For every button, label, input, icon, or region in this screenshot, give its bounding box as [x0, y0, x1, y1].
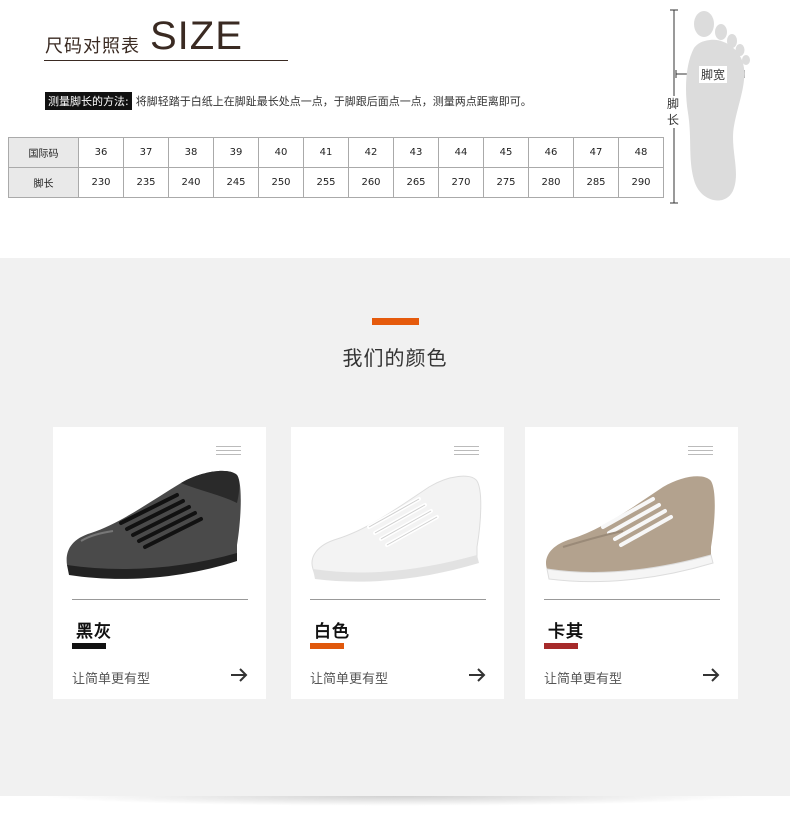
card-divider — [544, 599, 720, 600]
length-cell: 255 — [303, 167, 349, 198]
size-cell: 43 — [393, 137, 439, 168]
foot-length-char: 脚 — [666, 97, 679, 111]
white-sneaker-image — [311, 475, 482, 582]
card-tagline: 让简单更有型 — [310, 672, 389, 687]
length-cell: 250 — [258, 167, 304, 198]
length-cell: 285 — [573, 167, 619, 198]
section-accent-bar — [372, 318, 419, 325]
menu-lines-icon — [454, 446, 479, 458]
card-tagline: 让简单更有型 — [72, 672, 151, 687]
card-divider — [310, 599, 486, 600]
colors-title: 我们的颜色 — [342, 346, 448, 370]
length-cell: 275 — [483, 167, 529, 198]
length-cell: 240 — [168, 167, 214, 198]
size-row-label: 国际码 — [8, 137, 79, 168]
bottom-shadow — [40, 796, 750, 806]
arrow-right-icon[interactable] — [702, 667, 720, 683]
color-swatch — [310, 643, 344, 649]
size-cell: 41 — [303, 137, 349, 168]
colors-section: 我们的颜色 黑灰 让简单更有型 白色 让简单更有型 卡其 让简单更有型 — [0, 258, 790, 796]
size-cell: 37 — [123, 137, 169, 168]
menu-lines-icon — [688, 446, 713, 458]
size-table: 国际码 36 37 38 39 40 41 42 43 44 45 46 47 … — [8, 137, 664, 198]
color-swatch — [544, 643, 578, 649]
color-name: 卡其 — [548, 622, 584, 642]
size-row-international: 国际码 36 37 38 39 40 41 42 43 44 45 46 47 … — [8, 137, 664, 168]
length-cell: 260 — [348, 167, 394, 198]
arrow-right-icon[interactable] — [468, 667, 486, 683]
menu-lines-icon — [216, 446, 241, 458]
size-cell: 36 — [78, 137, 124, 168]
size-chart-section: 尺码对照表 SIZE 测量脚长的方法: 将脚轻踏于白纸上在脚趾最长处点一点，于脚… — [0, 0, 790, 258]
length-cell: 230 — [78, 167, 124, 198]
measure-method-label: 测量脚长的方法: — [45, 92, 132, 110]
title-underline — [44, 60, 288, 61]
black-sneaker-image — [66, 470, 241, 579]
measure-method-text: 将脚轻踏于白纸上在脚趾最长处点一点，于脚跟后面点一点，测量两点距离即可。 — [135, 95, 532, 108]
length-cell: 280 — [528, 167, 574, 198]
card-divider — [72, 599, 248, 600]
size-cell: 39 — [213, 137, 259, 168]
size-title-cn: 尺码对照表 — [45, 36, 140, 57]
length-cell: 290 — [618, 167, 664, 198]
color-card-black-grey[interactable]: 黑灰 让简单更有型 — [53, 427, 266, 699]
color-card-khaki[interactable]: 卡其 让简单更有型 — [525, 427, 738, 699]
color-name: 黑灰 — [76, 622, 112, 642]
length-cell: 245 — [213, 167, 259, 198]
size-cell: 38 — [168, 137, 214, 168]
size-cell: 40 — [258, 137, 304, 168]
color-name: 白色 — [314, 622, 350, 642]
card-tagline: 让简单更有型 — [544, 672, 623, 687]
length-row-label: 脚长 — [8, 167, 79, 198]
color-card-white[interactable]: 白色 让简单更有型 — [291, 427, 504, 699]
size-title-en: SIZE — [150, 14, 243, 58]
size-cell: 44 — [438, 137, 484, 168]
size-cell: 45 — [483, 137, 529, 168]
measure-method: 测量脚长的方法: 将脚轻踏于白纸上在脚趾最长处点一点，于脚跟后面点一点，测量两点… — [45, 92, 532, 110]
foot-length-label: 脚 长 — [666, 96, 680, 128]
khaki-sneaker-image — [546, 476, 715, 583]
length-cell: 235 — [123, 167, 169, 198]
foot-length-char: 长 — [666, 113, 679, 127]
length-cell: 270 — [438, 167, 484, 198]
size-row-foot-length: 脚长 230 235 240 245 250 255 260 265 270 2… — [8, 167, 664, 198]
arrow-right-icon[interactable] — [230, 667, 248, 683]
size-cell: 46 — [528, 137, 574, 168]
size-cell: 47 — [573, 137, 619, 168]
size-cell: 42 — [348, 137, 394, 168]
length-cell: 265 — [393, 167, 439, 198]
color-swatch — [72, 643, 106, 649]
foot-width-label: 脚宽 — [699, 66, 728, 83]
size-cell: 48 — [618, 137, 664, 168]
